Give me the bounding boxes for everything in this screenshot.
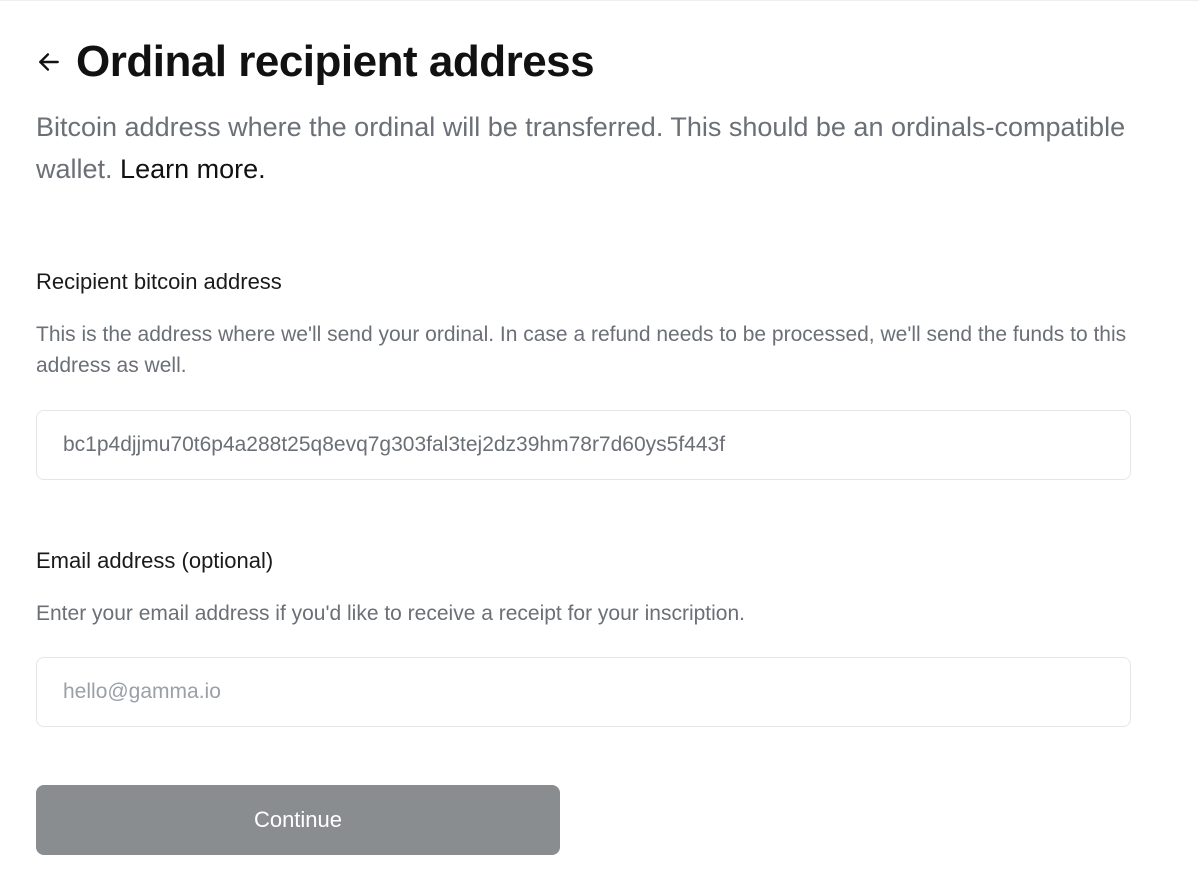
email-section: Email address (optional) Enter your emai… [36, 548, 1163, 728]
recipient-address-section: Recipient bitcoin address This is the ad… [36, 269, 1163, 480]
email-input[interactable] [36, 657, 1131, 727]
continue-button[interactable]: Continue [36, 785, 560, 855]
recipient-address-input[interactable] [36, 410, 1131, 480]
recipient-address-description: This is the address where we'll send you… [36, 319, 1136, 382]
email-label: Email address (optional) [36, 548, 1163, 574]
page-title: Ordinal recipient address [76, 37, 594, 87]
back-arrow-icon[interactable] [36, 49, 62, 75]
learn-more-link[interactable]: Learn more. [120, 154, 266, 184]
page-subtitle: Bitcoin address where the ordinal will b… [36, 107, 1136, 191]
recipient-address-label: Recipient bitcoin address [36, 269, 1163, 295]
email-description: Enter your email address if you'd like t… [36, 598, 1136, 630]
